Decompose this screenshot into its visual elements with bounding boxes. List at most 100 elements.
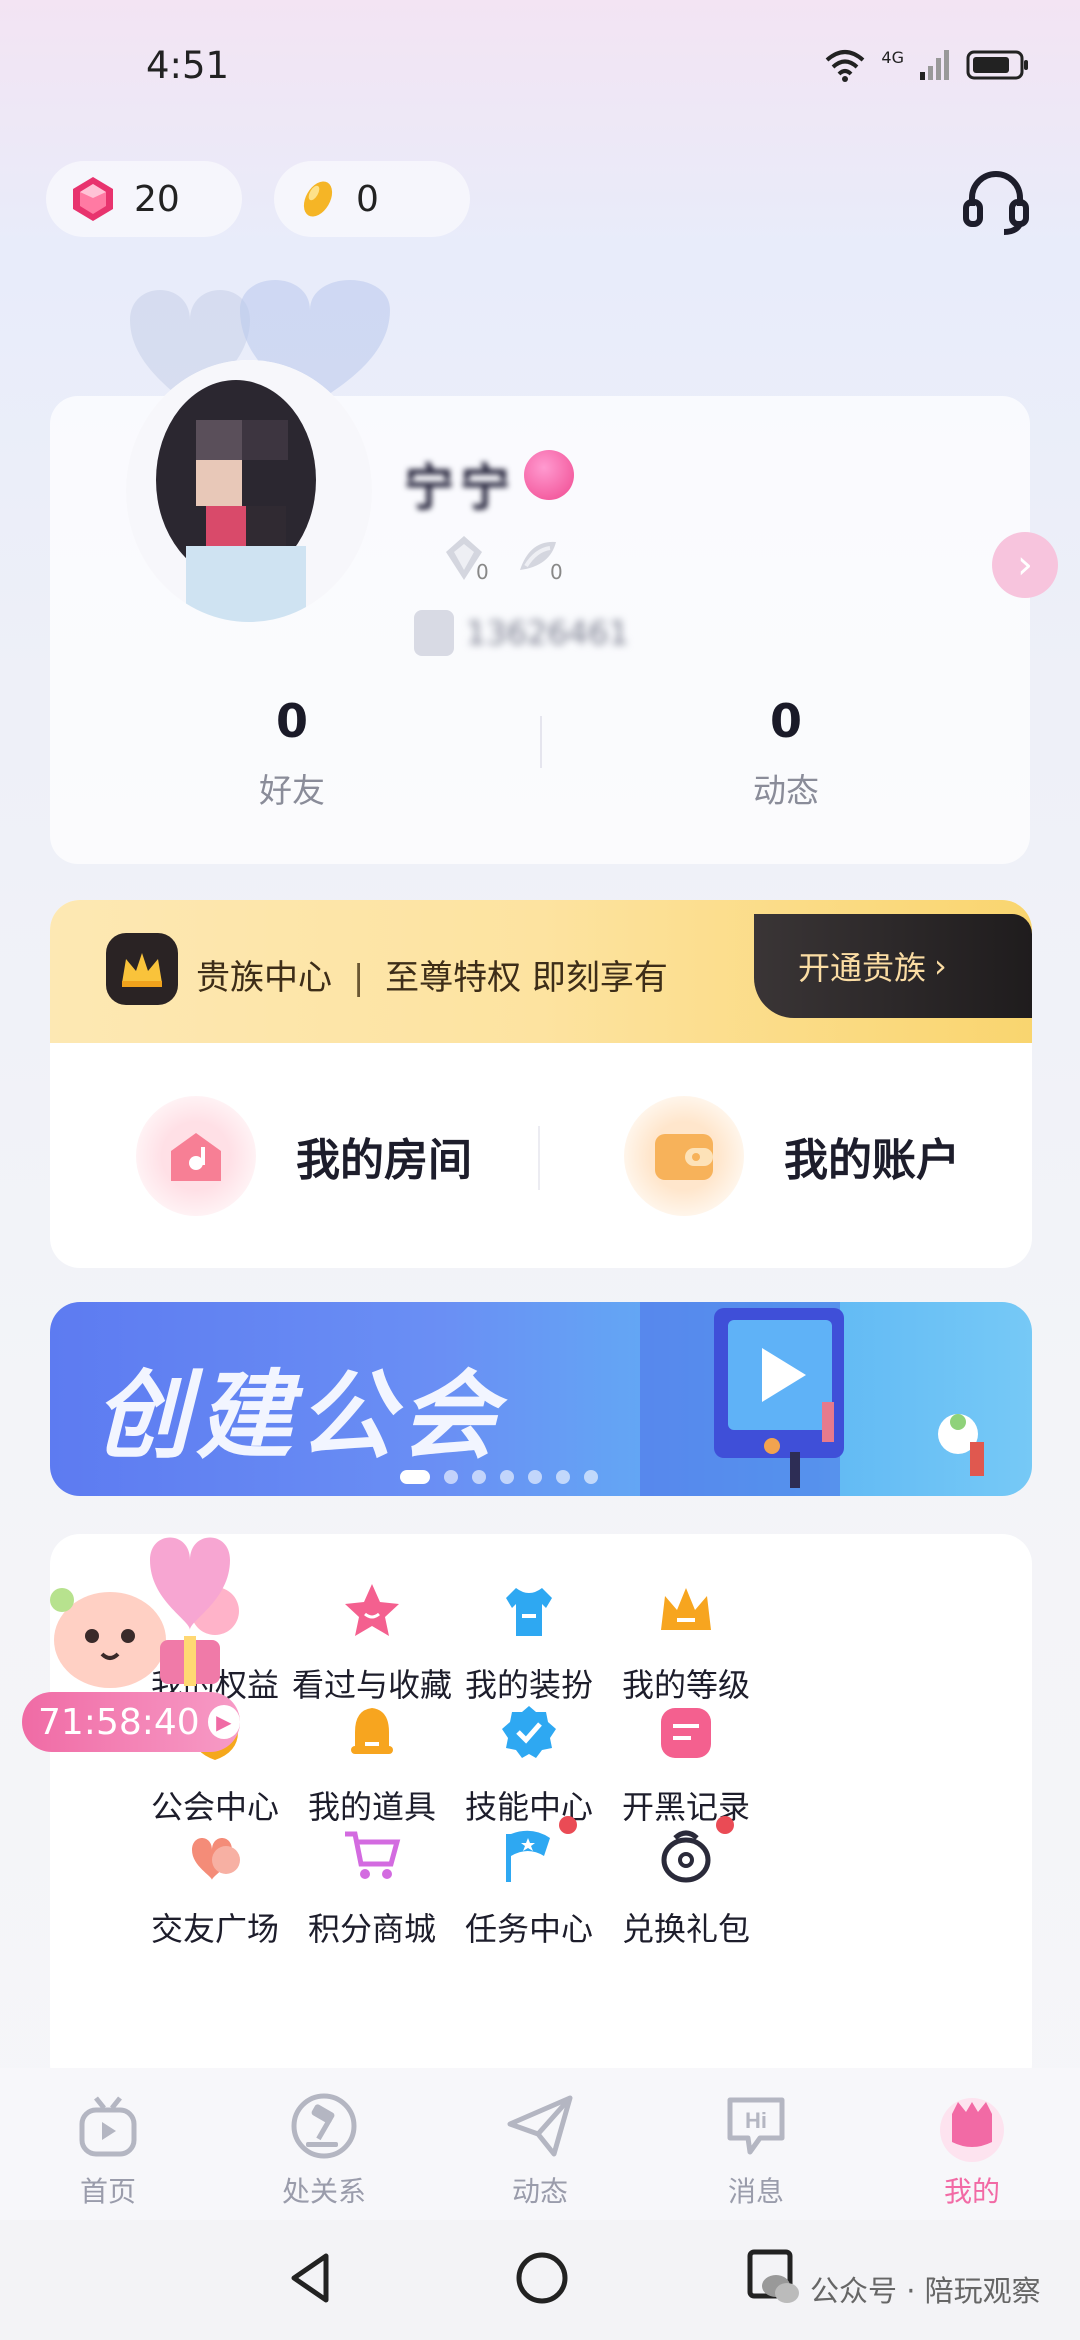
hearts-icon <box>192 1838 240 1880</box>
record-icon <box>661 1708 711 1758</box>
noble-subtitle: 至尊特权 即刻享有 <box>385 958 668 998</box>
notification-dot <box>716 1816 734 1834</box>
tab-item[interactable]: 我的 <box>902 2090 1042 2210</box>
wifi-icon <box>826 50 865 82</box>
noble-text: 贵族中心 | 至尊特权 即刻享有 <box>196 958 668 998</box>
avatar[interactable] <box>126 360 372 622</box>
chevron-right-icon: › <box>934 947 947 985</box>
profile-arrow-button[interactable]: › <box>992 532 1058 598</box>
id-icon <box>414 610 454 656</box>
home-icon[interactable] <box>514 2250 570 2306</box>
pagination-dot[interactable] <box>584 1470 598 1484</box>
star-icon <box>345 1584 399 1636</box>
user-id-row[interactable]: 13626461 <box>414 608 644 658</box>
grid-item[interactable]: 开黑记录 <box>576 1702 796 1828</box>
watermark: 公众号 · 陪玩观察 <box>760 2268 1041 2310</box>
moments-count[interactable]: 0 <box>686 694 886 748</box>
my-room-link[interactable]: 我的房间 <box>136 1096 472 1216</box>
send-icon <box>507 2095 573 2157</box>
hammer-icon <box>291 2093 357 2159</box>
grid-item-label: 开黑记录 <box>621 1788 750 1826</box>
user-id: 13626461 <box>466 614 629 652</box>
create-guild-banner[interactable]: 创建公会 <box>50 1302 1032 1496</box>
notification-dot <box>559 1816 577 1834</box>
watermark-text: 公众号 · 陪玩观察 <box>810 2274 1041 2308</box>
tab-label: 首页 <box>79 2175 136 2208</box>
my-account-link[interactable]: 我的账户 <box>624 1096 960 1216</box>
grid-item-label: 兑换礼包 <box>621 1910 750 1948</box>
pagination-dot[interactable] <box>400 1470 430 1484</box>
my-account-label: 我的账户 <box>784 1135 960 1186</box>
medal-count-2: 0 <box>550 560 563 584</box>
crown-icon <box>661 1588 711 1630</box>
open-noble-label: 开通贵族 <box>798 949 927 987</box>
tab-label: 动态 <box>511 2175 568 2208</box>
battery-icon <box>966 50 1028 80</box>
my-room-label: 我的房间 <box>296 1135 472 1186</box>
flag-icon <box>506 1830 550 1882</box>
moments-label[interactable]: 动态 <box>686 764 886 812</box>
pagination-dot[interactable] <box>528 1470 542 1484</box>
noble-banner[interactable]: 贵族中心 | 至尊特权 即刻享有 开通贵族 › <box>50 900 1032 1043</box>
signal-icon <box>920 50 949 80</box>
status-icons: 4G <box>823 48 1030 82</box>
pagination-dot[interactable] <box>444 1470 458 1484</box>
cart-icon <box>345 1831 401 1879</box>
bottom-tab-bar: 首页 处关系 动态 Hi 消息 我的 <box>0 2068 1080 2220</box>
network-type: 4G <box>881 47 904 67</box>
bean-balance[interactable]: 0 <box>274 161 470 237</box>
pagination-dot[interactable] <box>472 1470 486 1484</box>
bean-icon <box>303 181 333 217</box>
open-noble-button[interactable]: 开通贵族 › <box>754 914 1032 1018</box>
shirt-icon <box>506 1588 552 1636</box>
banner-pagination[interactable] <box>400 1470 598 1484</box>
play-icon: ▶ <box>207 1705 240 1739</box>
banner-title: 创建公会 <box>94 1360 502 1472</box>
crown-badge-icon <box>106 933 178 1005</box>
friends-label[interactable]: 好友 <box>192 764 392 812</box>
noble-card: 贵族中心 | 至尊特权 即刻享有 开通贵族 › 我的房间 我的账户 <box>50 900 1032 1268</box>
mine-icon <box>940 2098 1004 2162</box>
mascot-gift-icon[interactable] <box>40 1520 240 1700</box>
headset-icon[interactable] <box>958 162 1034 238</box>
tab-item[interactable]: Hi 消息 <box>686 2090 826 2210</box>
pagination-dot[interactable] <box>556 1470 570 1484</box>
grid-item-label: 我的等级 <box>621 1666 750 1704</box>
grid-item[interactable]: 我的等级 <box>576 1580 796 1706</box>
tab-label: 我的 <box>943 2175 1000 2208</box>
gem-balance[interactable]: 20 <box>46 161 242 237</box>
chevron-right-icon: › <box>1017 542 1033 588</box>
countdown-timer[interactable]: 71:58:40 ▶ <box>22 1692 240 1752</box>
avatar-image <box>126 360 372 622</box>
wechat-icon <box>762 2275 799 2303</box>
gem-icon <box>73 177 113 221</box>
tab-item[interactable]: 处关系 <box>254 2090 394 2210</box>
user-name: 宁宁 <box>404 459 516 517</box>
friends-count[interactable]: 0 <box>192 694 392 748</box>
badge-check-icon <box>502 1706 556 1758</box>
tab-label: 消息 <box>727 2175 784 2208</box>
room-icon <box>136 1096 256 1216</box>
bell-icon <box>351 1708 393 1754</box>
wallet-icon <box>624 1096 744 1216</box>
noble-title: 贵族中心 <box>196 958 332 998</box>
stat-divider <box>540 716 542 768</box>
banner-illustration <box>640 1302 984 1496</box>
svg-text:Hi: Hi <box>745 2108 767 2133</box>
room-divider <box>538 1126 540 1190</box>
gem-count: 20 <box>134 178 180 220</box>
medal-count-1: 0 <box>476 560 489 584</box>
grid-item[interactable]: 兑换礼包 <box>576 1816 796 1950</box>
pagination-dot[interactable] <box>500 1470 514 1484</box>
back-icon[interactable] <box>286 2250 336 2306</box>
gift-bag-icon <box>661 1830 711 1883</box>
status-time: 4:51 <box>146 44 230 87</box>
gender-badge-icon <box>524 450 574 500</box>
tab-item[interactable]: 动态 <box>470 2090 610 2210</box>
timer-text: 71:58:40 <box>38 1701 200 1743</box>
tab-item[interactable]: 首页 <box>38 2090 178 2210</box>
tv-icon <box>79 2096 137 2157</box>
bean-count: 0 <box>356 178 379 220</box>
hi-bubble-icon: Hi <box>727 2097 785 2155</box>
tab-label: 处关系 <box>281 2175 366 2208</box>
